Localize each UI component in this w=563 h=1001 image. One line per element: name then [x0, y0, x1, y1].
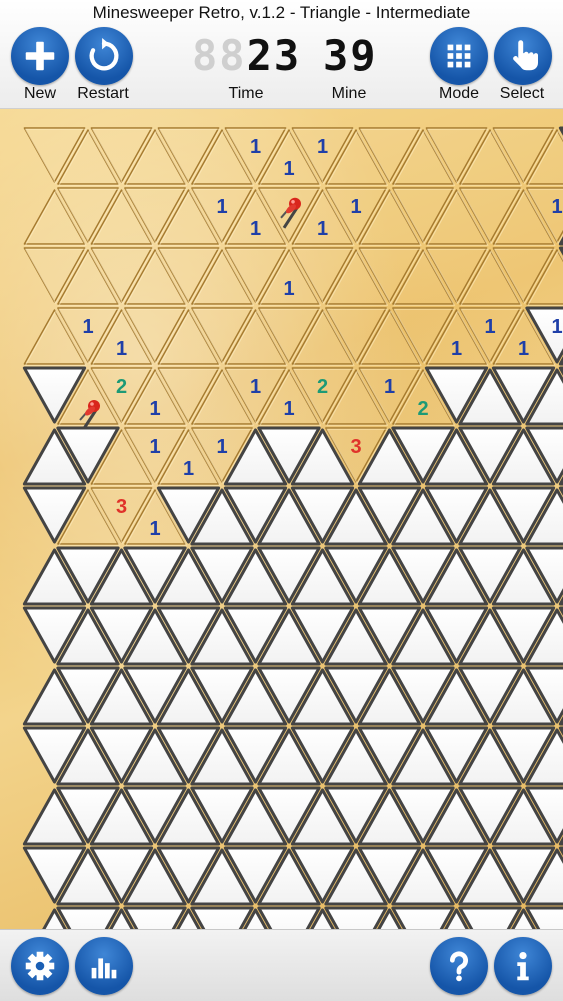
cell-number: 1	[149, 398, 160, 420]
grid-icon	[447, 44, 471, 68]
help-button[interactable]	[430, 937, 488, 995]
cell-number: 1	[116, 338, 127, 360]
hand-pointer-icon	[513, 40, 539, 71]
cell-number: 1	[283, 398, 294, 420]
cell-number: 1	[283, 158, 294, 180]
cell-number: 2	[417, 398, 428, 420]
cell-number: 1	[250, 218, 261, 240]
app-title: Minesweeper Retro, v.1.2 - Triangle - In…	[92, 3, 471, 22]
time-label: Time	[228, 85, 264, 102]
new-button[interactable]	[11, 27, 69, 85]
info-icon	[517, 951, 529, 981]
cell-number: 1	[250, 376, 261, 398]
cell-number: 1	[518, 338, 529, 360]
restart-label: Restart	[77, 85, 129, 102]
unrevealed-cell[interactable]	[123, 906, 187, 929]
unrevealed-cell[interactable]	[257, 906, 321, 929]
cell-number: 1	[216, 436, 227, 458]
unrevealed-cell[interactable]	[56, 906, 120, 929]
gear-icon	[25, 951, 55, 981]
game-board[interactable]: 1111111111111111112111212111331	[0, 109, 563, 929]
cell-number: 1	[551, 196, 562, 218]
mine-value: 39	[323, 31, 378, 80]
cell-number: 1	[149, 518, 160, 540]
time-value: 23	[246, 31, 302, 80]
restart-button[interactable]	[75, 27, 133, 85]
unrevealed-cell[interactable]	[190, 906, 254, 929]
cell-number: 1	[384, 376, 395, 398]
cell-number: 1	[484, 316, 495, 338]
bottom-toolbar	[0, 929, 563, 1001]
mode-button[interactable]	[430, 27, 488, 85]
cell-number: 1	[317, 136, 328, 158]
cell-number: 1	[451, 338, 462, 360]
cell-number: 1	[216, 196, 227, 218]
unrevealed-cell[interactable]	[324, 906, 388, 929]
unrevealed-cell[interactable]	[458, 906, 522, 929]
mine-label: Mine	[331, 85, 367, 102]
top-toolbar: Minesweeper Retro, v.1.2 - Triangle - In…	[0, 0, 563, 109]
unrevealed-cell[interactable]	[391, 906, 455, 929]
time-display-ghost: 88	[192, 31, 247, 80]
info-button[interactable]	[494, 937, 552, 995]
settings-button[interactable]	[11, 937, 69, 995]
cell-number: 1	[82, 316, 93, 338]
triangle-grid[interactable]: 1111111111111111112111212111331	[0, 109, 563, 929]
select-label: Select	[499, 85, 545, 102]
statistics-button[interactable]	[75, 937, 133, 995]
restart-icon	[89, 37, 119, 71]
plus-icon	[25, 41, 55, 71]
cell-number: 2	[317, 376, 328, 398]
cell-number: 1	[283, 278, 294, 300]
cell-number: 1	[183, 458, 194, 480]
cell-number: 1	[250, 136, 261, 158]
cell-number: 1	[149, 436, 160, 458]
question-mark-icon	[449, 951, 468, 982]
cell-number: 1	[350, 196, 361, 218]
bar-chart-icon	[91, 958, 117, 979]
cell-number: 1	[317, 218, 328, 240]
cell-number: 3	[350, 436, 361, 458]
cell-number: 3	[116, 496, 127, 518]
cell-number: 1	[551, 316, 562, 338]
time-display: 8823	[192, 34, 301, 78]
mine-display: 39	[323, 34, 378, 78]
cell-number: 2	[116, 376, 127, 398]
select-button[interactable]	[494, 27, 552, 85]
